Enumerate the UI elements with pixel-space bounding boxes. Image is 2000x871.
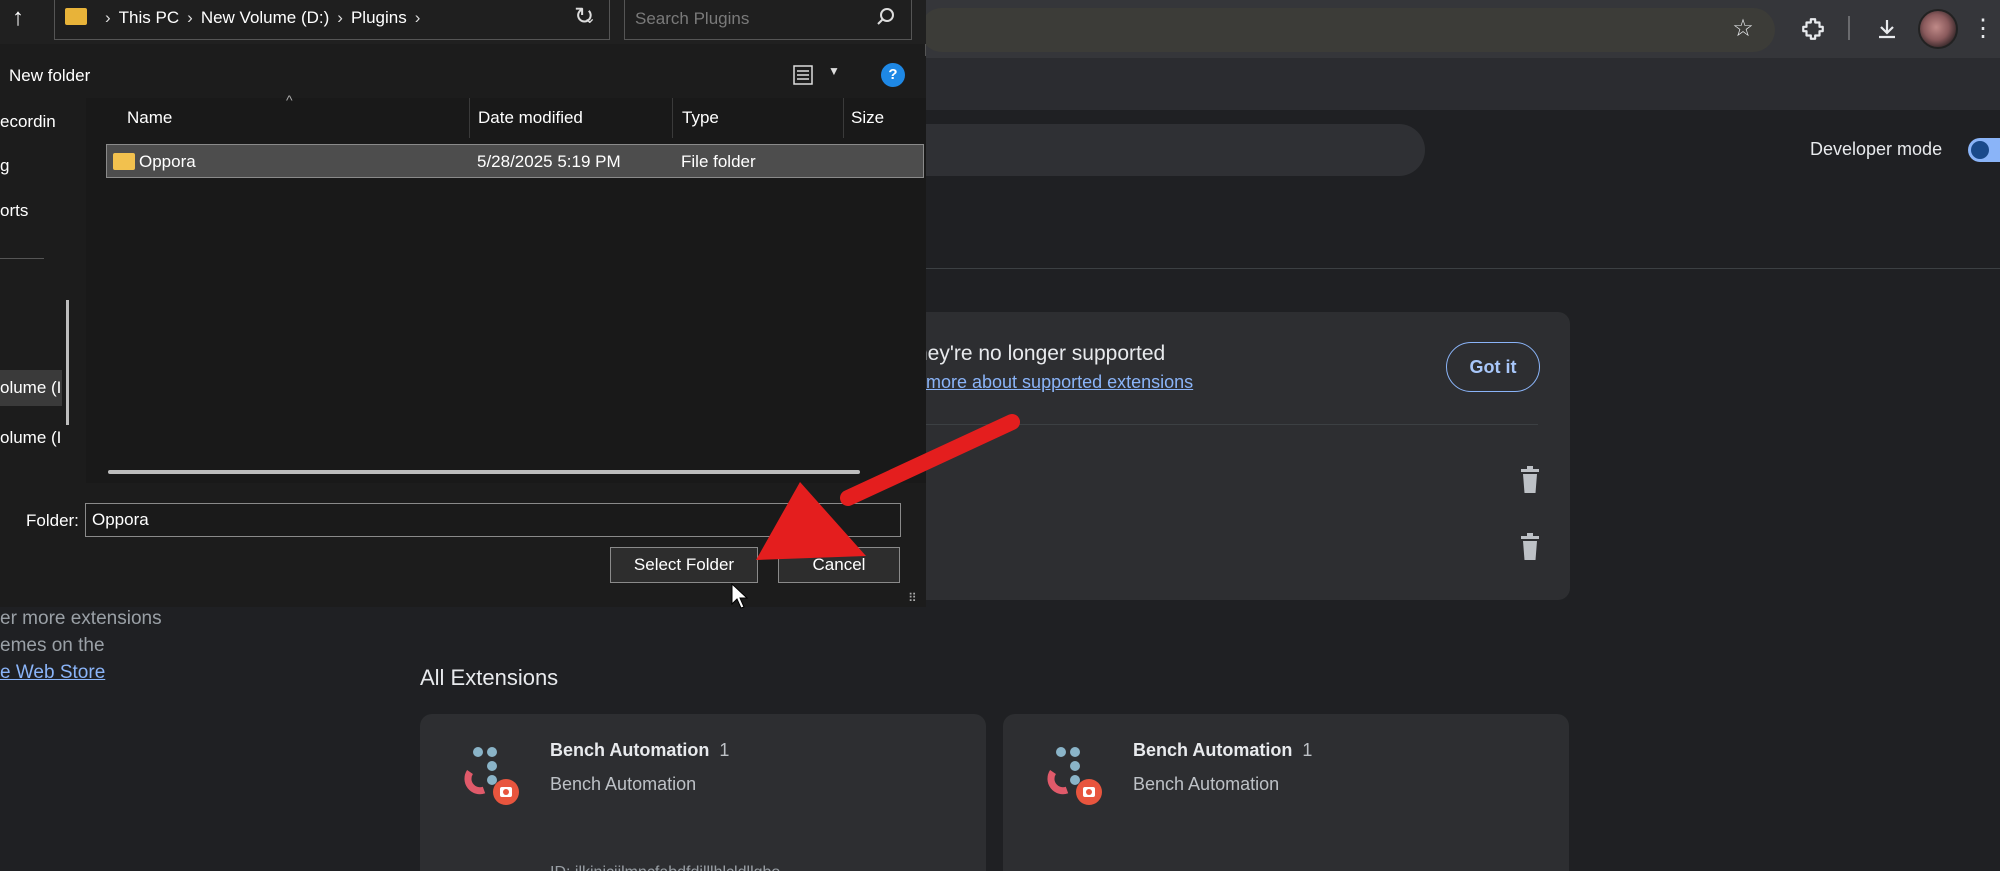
screen: ☆ ⋮ Developer mode ney're no longer supp…	[0, 0, 2000, 871]
cancel-button[interactable]: Cancel	[778, 547, 900, 583]
more-icon[interactable]: ⋮	[1966, 12, 2000, 46]
up-arrow-icon[interactable]: ↑	[12, 4, 24, 32]
star-icon[interactable]: ☆	[1726, 12, 1760, 46]
column-divider[interactable]	[672, 98, 673, 138]
column-divider[interactable]	[469, 98, 470, 138]
extension-version: 1	[719, 740, 730, 760]
nav-item[interactable]: olume (I	[0, 428, 61, 448]
got-it-button[interactable]: Got it	[1446, 342, 1540, 392]
nav-scrollbar[interactable]	[66, 300, 69, 425]
extension-name: Bench Automation 1	[550, 740, 730, 760]
toolbar-separator	[1848, 16, 1850, 40]
nav-separator	[0, 258, 44, 259]
nav-item-selected[interactable]: olume (I	[0, 370, 62, 406]
row-date: 5/28/2025 5:19 PM	[477, 152, 621, 171]
toggle-knob	[1971, 141, 1989, 159]
column-header-name[interactable]: Name	[127, 98, 172, 138]
folder-icon	[113, 153, 135, 170]
search-icon	[877, 8, 894, 25]
navigation-pane: ecordin g orts olume (I olume (I	[0, 98, 86, 483]
chevron-down-icon[interactable]: ▼	[828, 64, 840, 78]
dialog-footer: Folder: Select Folder Cancel ⠿	[0, 483, 926, 607]
row-type: File folder	[681, 152, 756, 171]
horizontal-scrollbar[interactable]	[108, 470, 860, 474]
row-name: Oppora	[139, 152, 196, 171]
breadcrumb[interactable]: › This PC › New Volume (D:) › Plugins › ⌄	[54, 0, 610, 40]
nav-item[interactable]: orts	[0, 201, 28, 221]
download-icon[interactable]	[1870, 12, 1904, 46]
dialog-command-bar: New folder ▼ ?	[0, 56, 926, 98]
developer-mode-toggle[interactable]	[1968, 138, 2000, 162]
new-folder-button[interactable]: New folder	[9, 66, 90, 86]
unsupported-title: ney're no longer supported	[916, 342, 1166, 365]
all-extensions-heading: All Extensions	[420, 665, 559, 690]
extension-id: ID: ilkjnjcjilmncfabdfdjlllhlcldllgbo	[550, 864, 780, 871]
card-divider	[916, 424, 1538, 425]
extension-icon	[464, 747, 519, 805]
table-row[interactable]: Oppora 5/28/2025 5:19 PM File folder	[106, 144, 924, 178]
nav-item[interactable]: g	[0, 156, 9, 176]
developer-mode-label: Developer mode	[1810, 139, 1943, 159]
column-header-size[interactable]: Size	[851, 98, 884, 138]
breadcrumb-item[interactable]: New Volume (D:)	[201, 8, 329, 27]
extension-description: Bench Automation	[550, 774, 697, 794]
trash-icon[interactable]	[1518, 466, 1542, 494]
search-placeholder: Search Plugins	[635, 9, 750, 28]
column-header-type[interactable]: Type	[682, 98, 719, 138]
column-header-date[interactable]: Date modified	[478, 98, 583, 138]
webstore-link[interactable]: e Web Store	[0, 659, 162, 686]
extensions-search[interactable]	[880, 124, 1425, 176]
view-options-icon[interactable]	[792, 64, 814, 86]
column-divider[interactable]	[843, 98, 844, 138]
refresh-icon[interactable]: ↻	[574, 2, 594, 31]
file-list: Name ^ Date modified Type Size Oppora 5/…	[86, 92, 926, 483]
webstore-promo: er more extensions emes on the e Web Sto…	[0, 605, 162, 686]
breadcrumb-item[interactable]: Plugins	[351, 8, 407, 27]
webstore-line: er more extensions	[0, 608, 162, 629]
breadcrumb-item[interactable]: This PC	[119, 8, 179, 27]
extension-card: Bench Automation1 Bench Automation ID: i…	[420, 714, 986, 871]
extension-icon	[1047, 747, 1102, 805]
folder-name-input[interactable]	[85, 503, 901, 537]
sort-caret-icon: ^	[286, 92, 293, 108]
extension-card: Bench Automation 1 Bench Automation	[1003, 714, 1569, 871]
profile-avatar[interactable]	[1918, 9, 1958, 49]
extension-version: 1	[1302, 740, 1313, 760]
search-input[interactable]: Search Plugins	[624, 0, 912, 40]
breadcrumb-path: › This PC › New Volume (D:) › Plugins ›	[105, 8, 421, 27]
help-icon[interactable]: ?	[881, 63, 905, 87]
address-bar[interactable]	[920, 8, 1775, 52]
extension-description: Bench Automation	[1133, 774, 1280, 794]
trash-icon[interactable]	[1518, 533, 1542, 561]
select-folder-dialog: ↑ › This PC › New Volume (D:) › Plugins › ⌄ ↻ …	[0, 0, 926, 607]
webstore-line: emes on the	[0, 635, 105, 656]
supported-extensions-link[interactable]: more about supported extensions	[926, 372, 1193, 393]
select-folder-button[interactable]: Select Folder	[610, 547, 758, 583]
resize-grip-icon[interactable]: ⠿	[908, 591, 917, 605]
folder-label: Folder:	[26, 511, 79, 530]
extensions-icon[interactable]	[1796, 12, 1830, 46]
folder-icon	[65, 8, 87, 25]
nav-item[interactable]: ecordin	[0, 112, 56, 132]
extension-name: Bench Automation 1	[1133, 740, 1313, 760]
dialog-address-row: ↑ › This PC › New Volume (D:) › Plugins › ⌄ ↻ …	[0, 0, 926, 44]
